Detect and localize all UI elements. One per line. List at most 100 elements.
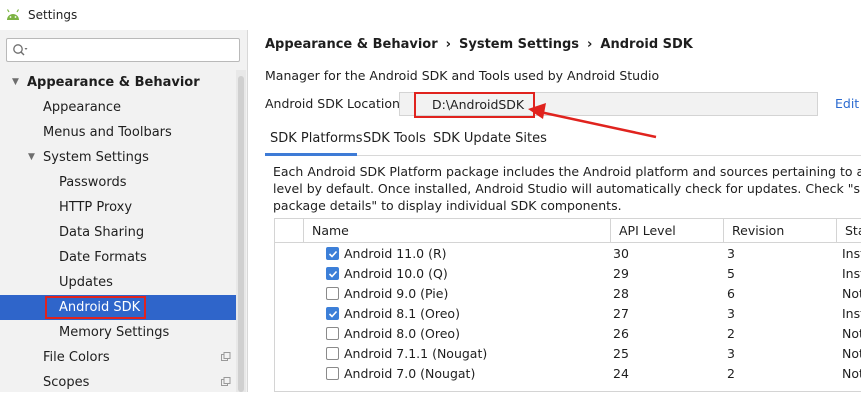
sidebar-item-file-colors[interactable]: File Colors <box>0 345 236 370</box>
sdk-platforms-table: Name API Level Revision Sta Android 11.0… <box>274 218 861 392</box>
sidebar-item-data-sharing[interactable]: Data Sharing <box>0 220 236 245</box>
status: Not <box>842 326 861 341</box>
active-tab-indicator <box>265 153 357 156</box>
breadcrumb-item[interactable]: Appearance & Behavior <box>265 37 438 52</box>
status: Not <box>842 286 861 301</box>
package-name: Android 8.1 (Oreo) <box>344 306 460 321</box>
breadcrumb: Appearance & Behavior › System Settings › An… <box>265 37 693 52</box>
project-settings-icon <box>221 352 231 361</box>
sidebar-item-label: HTTP Proxy <box>59 200 133 215</box>
install-checkbox[interactable] <box>326 367 339 380</box>
project-settings-icon <box>221 377 231 386</box>
breadcrumb-separator-icon: › <box>445 37 451 52</box>
sdk-location-value[interactable]: D:\AndroidSDK <box>414 92 535 118</box>
sidebar-item-label: Menus and Toolbars <box>43 125 172 140</box>
android-studio-icon <box>6 9 20 20</box>
tab-sdk-platforms[interactable]: SDK Platforms <box>270 131 363 146</box>
table-row[interactable]: Android 11.0 (R) 30 3 Inst <box>275 244 861 264</box>
sidebar-item-label: Appearance & Behavior <box>27 75 200 90</box>
settings-tree: ▼ Appearance & Behavior Appearance Menus… <box>0 70 236 395</box>
revision: 2 <box>727 326 735 341</box>
table-row[interactable]: Android 8.0 (Oreo) 26 2 Not <box>275 324 861 344</box>
sidebar-item-label: File Colors <box>43 350 110 365</box>
expand-arrow-icon[interactable]: ▼ <box>12 70 19 95</box>
table-row[interactable]: Android 9.0 (Pie) 28 6 Not <box>275 284 861 304</box>
sidebar-item-memory-settings[interactable]: Memory Settings <box>0 320 236 345</box>
panel-description: Manager for the Android SDK and Tools us… <box>265 68 660 83</box>
api-level: 27 <box>613 306 629 321</box>
settings-sidebar: ▼ Appearance & Behavior Appearance Menus… <box>0 30 248 392</box>
package-name: Android 7.0 (Nougat) <box>344 366 476 381</box>
install-checkbox[interactable] <box>326 247 339 260</box>
status: Inst <box>842 266 861 281</box>
sidebar-item-label: Scopes <box>43 375 90 390</box>
annotation-highlight-box <box>45 296 146 319</box>
status: Not <box>842 346 861 361</box>
sidebar-item-label: System Settings <box>43 150 149 165</box>
sidebar-item-date-formats[interactable]: Date Formats <box>0 245 236 270</box>
table-row[interactable]: Android 10.0 (Q) 29 5 Inst <box>275 264 861 284</box>
revision: 3 <box>727 306 735 321</box>
api-level: 26 <box>613 326 629 341</box>
sidebar-item-http-proxy[interactable]: HTTP Proxy <box>0 195 236 220</box>
api-level: 29 <box>613 266 629 281</box>
sidebar-scrollbar[interactable] <box>236 70 246 392</box>
column-header-api-level[interactable]: API Level <box>611 219 724 243</box>
install-checkbox[interactable] <box>326 307 339 320</box>
tab-sdk-tools[interactable]: SDK Tools <box>363 131 426 146</box>
sidebar-item-passwords[interactable]: Passwords <box>0 170 236 195</box>
install-checkbox[interactable] <box>326 327 339 340</box>
sidebar-item-label: Memory Settings <box>59 325 170 340</box>
window-title: Settings <box>28 8 78 22</box>
tab-sdk-update-sites[interactable]: SDK Update Sites <box>433 131 547 146</box>
sidebar-item-updates[interactable]: Updates <box>0 270 236 295</box>
breadcrumb-separator-icon: › <box>587 37 593 52</box>
android-sdk-panel: Appearance & Behavior › System Settings › An… <box>249 30 861 392</box>
status: Inst <box>842 246 861 261</box>
title-bar: Settings <box>0 0 861 30</box>
sidebar-item-label: Passwords <box>59 175 127 190</box>
column-header-revision[interactable]: Revision <box>724 219 837 243</box>
table-row[interactable]: Android 7.0 (Nougat) 24 2 Not <box>275 364 861 384</box>
sidebar-item-label: Appearance <box>43 100 122 115</box>
sidebar-item-system-settings[interactable]: ▼ System Settings <box>0 145 236 170</box>
column-header-name[interactable]: Name <box>304 219 611 243</box>
edit-link[interactable]: Edit <box>835 96 859 111</box>
header-select-column[interactable] <box>275 219 304 243</box>
sidebar-item-menus-toolbars[interactable]: Menus and Toolbars <box>0 120 236 145</box>
package-name: Android 9.0 (Pie) <box>344 286 449 301</box>
sidebar-item-appearance-behavior[interactable]: ▼ Appearance & Behavior <box>0 70 236 95</box>
sdk-location-row: Android SDK Location: D:\AndroidSDK Edit… <box>265 92 861 118</box>
scrollbar-thumb[interactable] <box>238 76 244 392</box>
description-line: package details" to display individual S… <box>273 198 622 213</box>
package-name: Android 11.0 (R) <box>344 246 447 261</box>
table-row[interactable]: Android 7.1.1 (Nougat) 25 3 Not <box>275 344 861 364</box>
breadcrumb-item: Android SDK <box>600 37 693 52</box>
package-name: Android 8.0 (Oreo) <box>344 326 460 341</box>
column-header-status[interactable]: Sta <box>837 219 861 243</box>
search-icon <box>13 44 28 56</box>
sidebar-item-scopes[interactable]: Scopes <box>0 370 236 395</box>
sidebar-item-label: Data Sharing <box>59 225 145 240</box>
sidebar-item-appearance[interactable]: Appearance <box>0 95 236 120</box>
table-row[interactable]: Android 8.1 (Oreo) 27 3 Inst <box>275 304 861 324</box>
package-name: Android 7.1.1 (Nougat) <box>344 346 488 361</box>
description-line: level by default. Once installed, Androi… <box>273 181 861 196</box>
revision: 5 <box>727 266 735 281</box>
sdk-tabs: SDK Platforms SDK Tools SDK Update Sites <box>265 126 861 156</box>
install-checkbox[interactable] <box>326 267 339 280</box>
sidebar-item-android-sdk[interactable]: Android SDK <box>0 295 236 320</box>
revision: 3 <box>727 246 735 261</box>
install-checkbox[interactable] <box>326 287 339 300</box>
sdk-location-label: Android SDK Location: <box>265 96 405 111</box>
api-level: 28 <box>613 286 629 301</box>
install-checkbox[interactable] <box>326 347 339 360</box>
revision: 3 <box>727 346 735 361</box>
settings-search[interactable] <box>6 38 240 62</box>
search-input[interactable] <box>30 40 239 60</box>
status: Not <box>842 366 861 381</box>
breadcrumb-item[interactable]: System Settings <box>459 37 579 52</box>
sidebar-item-label: Date Formats <box>59 250 147 265</box>
platforms-description: Each Android SDK Platform package includ… <box>273 163 861 214</box>
expand-arrow-icon[interactable]: ▼ <box>28 145 35 170</box>
